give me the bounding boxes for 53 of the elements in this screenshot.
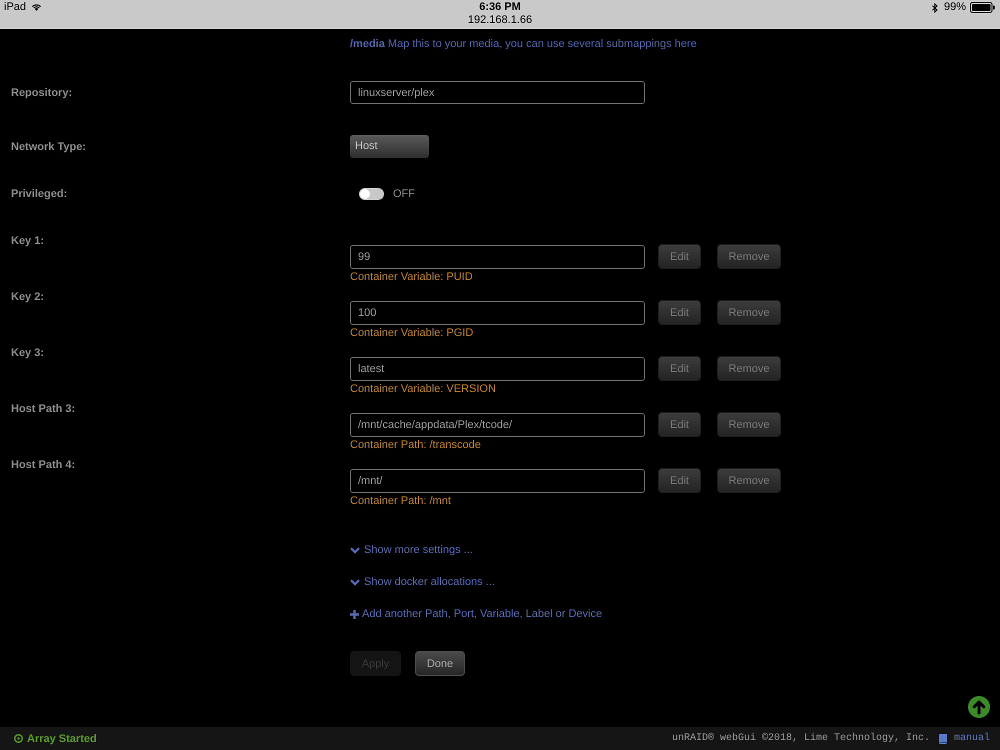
- text-input[interactable]: 99: [350, 244, 645, 268]
- wifi-icon: [32, 4, 42, 11]
- arrow-up-circle-icon[interactable]: [968, 696, 990, 718]
- field-caption: Container Path: /transcode: [350, 438, 482, 452]
- field-label: Key 3:: [11, 346, 44, 360]
- field-label: Host Path 3:: [11, 402, 76, 416]
- field-caption: Container Path: /mnt: [350, 494, 452, 508]
- link[interactable]: Show docker allocations ...: [350, 574, 495, 590]
- text-input[interactable]: linuxserver/plex: [350, 81, 645, 104]
- row-button[interactable]: Remove: [717, 412, 781, 437]
- field-label: Key 1:: [11, 234, 44, 248]
- play-circle-icon: [14, 734, 23, 743]
- copyright-text: unRAID® webGui ©2018, Lime Technology, Inc.: [672, 733, 930, 744]
- battery-icon: [970, 2, 995, 13]
- plus-icon: [350, 610, 359, 618]
- field-label: Repository:: [11, 86, 72, 100]
- privileged-toggle[interactable]: [359, 188, 384, 200]
- row-button[interactable]: Edit: [658, 412, 701, 437]
- link[interactable]: Show more settings ...: [350, 542, 473, 558]
- link[interactable]: Add another Path, Port, Variable, Label or Device: [350, 606, 602, 622]
- manual-link[interactable]: manual: [954, 733, 990, 744]
- bluetooth-icon: [932, 3, 938, 13]
- action-button[interactable]: Done: [415, 651, 465, 676]
- row-button[interactable]: Edit: [658, 468, 701, 493]
- field-label: Host Path 4:: [11, 458, 76, 472]
- row-button[interactable]: Edit: [658, 300, 701, 325]
- chevron-down-icon: [350, 546, 360, 554]
- book-icon: [938, 734, 947, 744]
- field-label: Key 2:: [11, 290, 44, 304]
- text-input[interactable]: /mnt/: [350, 468, 645, 492]
- field-label: Network Type:: [11, 140, 86, 154]
- text-input[interactable]: latest: [350, 356, 645, 380]
- field-caption: Container Variable: PGID: [350, 326, 474, 340]
- row-button[interactable]: Edit: [658, 244, 701, 269]
- network-type-select[interactable]: Host: [350, 135, 429, 158]
- help-text: /media Map this to your media, you can use several submappings here: [350, 37, 698, 52]
- array-status-text: Array Started: [27, 732, 97, 744]
- battery-percent: 99%: [944, 1, 966, 14]
- text-input[interactable]: /mnt/cache/appdata/Plex/tcode/: [350, 412, 645, 436]
- text-input[interactable]: 100: [350, 300, 645, 324]
- field-label: Privileged:: [11, 187, 68, 201]
- field-caption: Container Variable: PUID: [350, 270, 474, 284]
- row-button[interactable]: Remove: [717, 356, 781, 381]
- row-button[interactable]: Remove: [717, 468, 781, 493]
- device-name: iPad: [4, 1, 26, 14]
- chevron-down-icon: [350, 578, 360, 586]
- row-button[interactable]: Edit: [658, 356, 701, 381]
- row-button[interactable]: Remove: [717, 244, 781, 269]
- toggle-state-text: OFF: [393, 187, 415, 201]
- address-text: 192.168.1.66: [468, 14, 532, 27]
- clock-time: 6:36 PM: [479, 1, 521, 14]
- field-caption: Container Variable: VERSION: [350, 382, 497, 396]
- row-button[interactable]: Remove: [717, 300, 781, 325]
